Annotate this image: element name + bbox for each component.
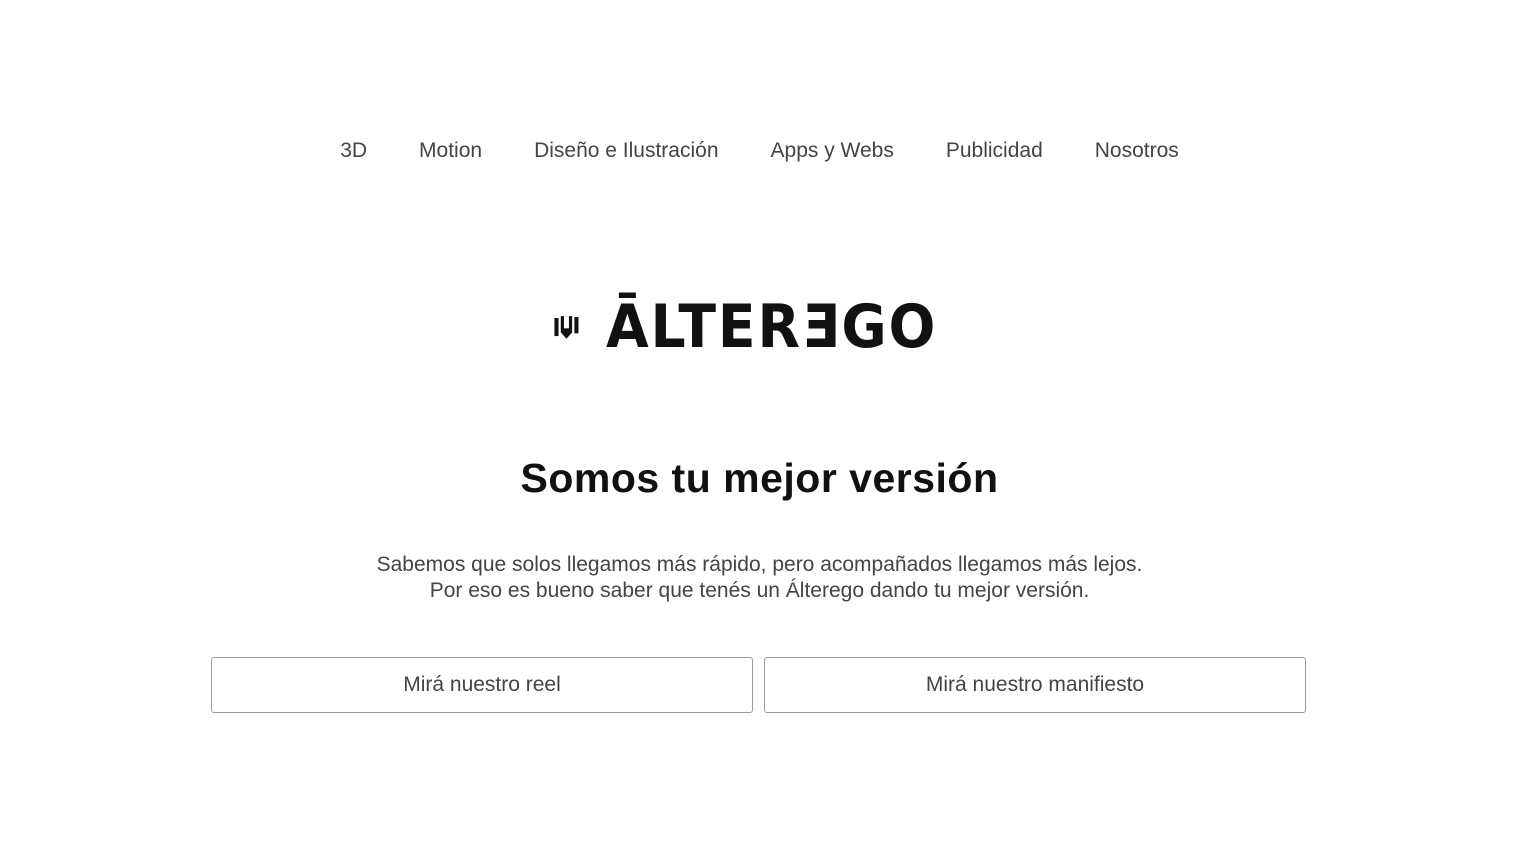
hero-subtitle-line-1: Sabemos que solos llegamos más rápido, p… [376,553,1143,576]
nav-item-diseno-ilustracion[interactable]: Diseño e Ilustración [508,137,744,165]
hero-subtitle-line-2: Por eso es bueno saber que tenés un Álte… [429,579,1090,602]
hero-subtitle: Sabemos que solos llegamos más rápido, p… [0,552,1519,604]
nav-item-motion[interactable]: Motion [393,137,508,165]
nav-item-apps-webs[interactable]: Apps y Webs [745,137,920,165]
page: 3D Motion Diseño e Ilustración Apps y We… [0,0,1519,855]
brand-wordmark: ĀLTERƎGO [605,292,938,362]
main-nav: 3D Motion Diseño e Ilustración Apps y We… [0,137,1519,165]
hero-title: Somos tu mejor versión [520,455,999,501]
alterego-pen-mark-icon [554,316,579,339]
nav-item-nosotros[interactable]: Nosotros [1069,137,1179,165]
brand-logo[interactable]: ĀLTERƎGO [554,296,966,358]
watch-manifesto-button[interactable]: Mirá nuestro manifiesto [764,657,1306,713]
nav-item-publicidad[interactable]: Publicidad [920,137,1069,165]
nav-item-3d[interactable]: 3D [340,137,393,165]
watch-reel-button[interactable]: Mirá nuestro reel [211,657,753,713]
